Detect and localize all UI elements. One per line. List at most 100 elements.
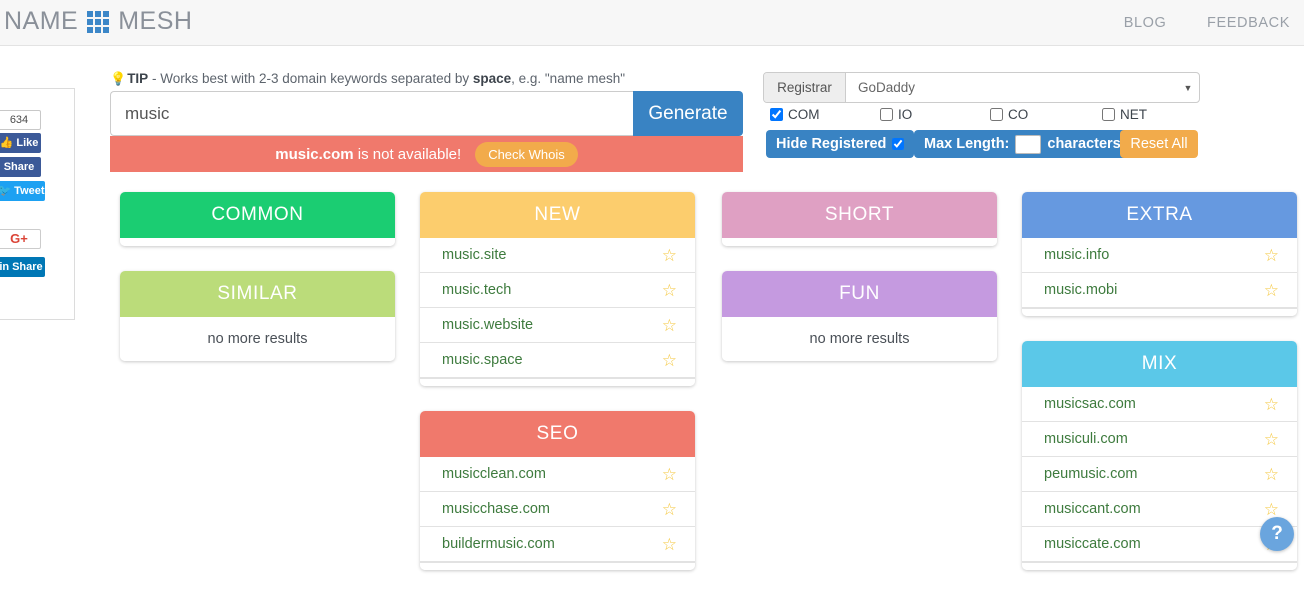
domain-name[interactable]: musiccate.com: [1044, 536, 1264, 552]
hide-registered-checkbox[interactable]: [892, 138, 904, 150]
domain-name[interactable]: buildermusic.com: [442, 536, 662, 552]
max-length-input[interactable]: [1015, 135, 1041, 154]
tip-prefix: TIP: [127, 71, 148, 86]
header-nav: BLOG FEEDBACK: [1088, 15, 1290, 31]
logo-text-name: NAME: [0, 7, 82, 36]
card-header-seo: SEO: [420, 411, 695, 457]
star-outline-icon[interactable]: ☆: [1264, 431, 1279, 448]
domain-name[interactable]: music.tech: [442, 282, 662, 298]
star-outline-icon[interactable]: ☆: [662, 501, 677, 518]
card-body-extra: music.info☆music.mobi☆: [1022, 238, 1297, 316]
star-outline-icon[interactable]: ☆: [662, 247, 677, 264]
nav-link-feedback[interactable]: FEEDBACK: [1207, 15, 1290, 31]
lightbulb-icon: 💡: [110, 71, 126, 86]
star-outline-icon[interactable]: ☆: [1264, 247, 1279, 264]
domain-name[interactable]: musicclean.com: [442, 466, 662, 482]
search-row: Generate: [110, 91, 743, 136]
social-share-sidebar: 634 👍 Like Share 🐦 Tweet G+ in Share: [0, 88, 75, 320]
domain-row[interactable]: music.site☆: [420, 238, 695, 273]
star-outline-icon[interactable]: ☆: [662, 466, 677, 483]
tld-checkbox-io[interactable]: IO: [880, 107, 912, 122]
generate-button[interactable]: Generate: [633, 91, 743, 136]
domain-name[interactable]: musicsac.com: [1044, 396, 1264, 412]
result-card-common: COMMON: [120, 192, 395, 246]
chevron-down-icon[interactable]: ▼: [1177, 73, 1199, 102]
tld-checkbox-co[interactable]: CO: [990, 107, 1028, 122]
domain-row[interactable]: music.website☆: [420, 308, 695, 343]
tld-checkbox-row: COM IO CO NET: [770, 107, 1202, 124]
google-plus-button[interactable]: G+: [0, 229, 41, 249]
domain-name[interactable]: music.website: [442, 317, 662, 333]
tld-checkbox-input-net[interactable]: [1102, 108, 1115, 121]
tip-body-a: - Works best with 2-3 domain keywords se…: [148, 71, 473, 86]
hide-registered-label: Hide Registered: [776, 136, 886, 152]
site-logo[interactable]: NAME MESH: [0, 7, 196, 36]
star-outline-icon[interactable]: ☆: [1264, 396, 1279, 413]
domain-name[interactable]: music.info: [1044, 247, 1264, 263]
domain-name[interactable]: music.site: [442, 247, 662, 263]
results-column-3: SHORT FUNno more results: [722, 192, 997, 386]
card-footer-filler: [1022, 308, 1297, 316]
card-header-short: SHORT: [722, 192, 997, 238]
domain-name[interactable]: music.space: [442, 352, 662, 368]
domain-row[interactable]: musicsac.com☆: [1022, 387, 1297, 422]
logo-text-mesh: MESH: [114, 7, 196, 36]
reset-all-button[interactable]: Reset All: [1120, 130, 1198, 158]
check-whois-button[interactable]: Check Whois: [475, 142, 578, 167]
star-outline-icon[interactable]: ☆: [662, 352, 677, 369]
registrar-row: Registrar GoDaddy ▼: [763, 72, 1200, 103]
tld-checkbox-input-co[interactable]: [990, 108, 1003, 121]
domain-row[interactable]: musiccant.com☆: [1022, 492, 1297, 527]
linkedin-share-label: Share: [12, 257, 43, 277]
star-outline-icon[interactable]: ☆: [1264, 501, 1279, 518]
twitter-tweet-label: Tweet: [14, 181, 44, 201]
domain-row[interactable]: music.info☆: [1022, 238, 1297, 273]
twitter-bird-icon: 🐦: [0, 181, 11, 201]
linkedin-share-button[interactable]: in Share: [0, 257, 45, 277]
facebook-share-button[interactable]: Share: [0, 157, 41, 177]
domain-name[interactable]: musiccant.com: [1044, 501, 1264, 517]
results-column-4: EXTRAmusic.info☆music.mobi☆MIXmusicsac.c…: [1022, 192, 1297, 595]
domain-row[interactable]: buildermusic.com☆: [420, 527, 695, 562]
search-input[interactable]: [110, 91, 633, 136]
result-card-short: SHORT: [722, 192, 997, 246]
domain-name[interactable]: peumusic.com: [1044, 466, 1264, 482]
tld-checkbox-com[interactable]: COM: [770, 107, 820, 122]
facebook-like-button[interactable]: 👍 Like: [0, 133, 41, 153]
domain-row[interactable]: music.space☆: [420, 343, 695, 378]
tld-checkbox-input-com[interactable]: [770, 108, 783, 121]
domain-name[interactable]: musiculi.com: [1044, 431, 1264, 447]
no-results-message: no more results: [120, 317, 395, 361]
empty-card-filler: [722, 238, 997, 246]
twitter-tweet-button[interactable]: 🐦 Tweet: [0, 181, 45, 201]
star-outline-icon[interactable]: ☆: [662, 282, 677, 299]
domain-name[interactable]: musicchase.com: [442, 501, 662, 517]
star-outline-icon[interactable]: ☆: [662, 317, 677, 334]
registrar-select[interactable]: GoDaddy: [846, 73, 1177, 102]
help-button[interactable]: ?: [1260, 517, 1294, 551]
domain-row[interactable]: musiculi.com☆: [1022, 422, 1297, 457]
domain-row[interactable]: peumusic.com☆: [1022, 457, 1297, 492]
domain-row[interactable]: musicchase.com☆: [420, 492, 695, 527]
tld-checkbox-input-io[interactable]: [880, 108, 893, 121]
hide-registered-toggle[interactable]: Hide Registered: [766, 130, 914, 158]
no-results-message: no more results: [722, 317, 997, 361]
max-length-control[interactable]: Max Length: characters: [914, 130, 1131, 158]
tld-checkbox-net[interactable]: NET: [1102, 107, 1147, 122]
card-header-fun: FUN: [722, 271, 997, 317]
card-body-mix: musicsac.com☆musiculi.com☆peumusic.com☆m…: [1022, 387, 1297, 570]
domain-name[interactable]: music.mobi: [1044, 282, 1264, 298]
star-outline-icon[interactable]: ☆: [1264, 466, 1279, 483]
nav-link-blog[interactable]: BLOG: [1124, 15, 1167, 31]
availability-banner: music.com is not available! Check Whois: [110, 136, 743, 172]
domain-row[interactable]: musicclean.com☆: [420, 457, 695, 492]
card-body-common: [120, 238, 395, 246]
grid-icon: [87, 11, 109, 33]
domain-row[interactable]: music.mobi☆: [1022, 273, 1297, 308]
result-card-fun: FUNno more results: [722, 271, 997, 361]
domain-row[interactable]: musiccate.com☆: [1022, 527, 1297, 562]
tld-label-io: IO: [898, 107, 912, 122]
star-outline-icon[interactable]: ☆: [662, 536, 677, 553]
star-outline-icon[interactable]: ☆: [1264, 282, 1279, 299]
domain-row[interactable]: music.tech☆: [420, 273, 695, 308]
